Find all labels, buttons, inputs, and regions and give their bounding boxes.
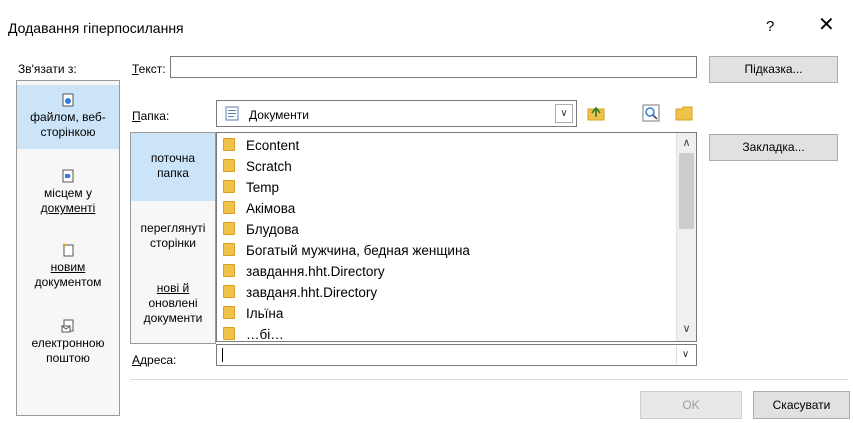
folder-icon — [223, 138, 235, 151]
chevron-down-icon[interactable]: ∨ — [555, 104, 573, 123]
link-to-sidebar: файлом, веб- сторінкою місцем у документ… — [16, 80, 120, 416]
folder-icon — [223, 159, 235, 172]
scroll-thumb[interactable] — [679, 153, 694, 229]
divider — [130, 379, 848, 380]
nav-browsed-pages-label: переглянуті — [140, 221, 206, 235]
file-name: Богатый мужчина, бедная женщина — [246, 243, 470, 258]
browse-nav: поточна папка переглянуті сторінки нові … — [130, 132, 216, 344]
nav-recent-files-label-3: документи — [143, 311, 203, 325]
text-field[interactable] — [170, 56, 697, 78]
scroll-up-icon[interactable]: ∧ — [677, 135, 696, 151]
browse-file-icon[interactable] — [674, 103, 694, 123]
folder-icon — [223, 243, 235, 256]
folder-icon — [223, 306, 235, 319]
file-name: Scratch — [246, 159, 292, 174]
folder-value: Документи — [249, 108, 309, 122]
folder-icon — [223, 222, 235, 235]
tooltip-button[interactable]: Підказка... — [709, 56, 838, 83]
link-to-label-3b: документом — [34, 275, 102, 289]
link-to-label: Зв'язати з: — [18, 62, 77, 76]
nav-recent-files[interactable]: нові й оновлені документи — [131, 281, 215, 335]
bookmark-place-icon — [62, 169, 74, 183]
link-to-file-web[interactable]: файлом, веб- сторінкою — [17, 85, 119, 149]
file-name: Акімова — [246, 201, 296, 216]
link-to-label-2: місцем у — [44, 186, 92, 200]
link-to-email[interactable]: електронною поштою — [17, 319, 119, 375]
nav-recent-files-label-2: оновлені — [148, 296, 198, 310]
file-list-scrollbar[interactable]: ∧ ∨ — [676, 133, 696, 341]
link-to-label-2b: документі — [40, 201, 96, 215]
link-to-label-4b: поштою — [46, 351, 90, 365]
folder-label: Папка: — [132, 109, 170, 123]
file-name: Temp — [246, 180, 280, 195]
scroll-down-icon[interactable]: ∨ — [677, 321, 696, 337]
folder-icon — [223, 264, 235, 277]
ok-button[interactable]: OK — [640, 391, 742, 419]
nav-current-folder-label-2: папка — [157, 166, 189, 180]
file-name: завданя.hht.Directory — [246, 285, 378, 300]
nav-current-folder-label: поточна — [150, 151, 196, 165]
email-icon — [61, 319, 74, 333]
link-to-label-4: електронною — [31, 336, 105, 350]
file-name: Блудова — [246, 222, 299, 237]
address-dropdown-icon[interactable]: ∨ — [676, 346, 694, 364]
dialog-title: Додавання гіперпосилання — [8, 20, 184, 36]
file-name: Ільїна — [246, 306, 284, 321]
address-label: Адреса: — [132, 353, 177, 367]
cancel-button[interactable]: Скасувати — [753, 391, 850, 419]
link-to-label-1: файлом, веб- — [30, 110, 106, 124]
folder-icon — [223, 201, 235, 214]
file-web-icon — [62, 93, 74, 107]
link-to-new-document[interactable]: новим документом — [17, 243, 119, 299]
bookmark-button[interactable]: Закладка... — [709, 134, 838, 161]
text-caret — [222, 348, 223, 362]
new-document-icon — [62, 243, 74, 257]
browse-web-icon[interactable] — [641, 103, 661, 123]
text-label: Текст: — [132, 62, 166, 76]
link-to-label-1b: сторінкою — [40, 125, 96, 139]
help-button[interactable]: ? — [766, 18, 774, 35]
folder-icon — [223, 180, 235, 193]
nav-current-folder[interactable]: поточна папка — [131, 133, 215, 201]
address-field[interactable]: ∨ — [216, 344, 697, 366]
folder-dropdown[interactable]: Документи ∨ — [216, 100, 577, 127]
file-name: …бі… — [246, 327, 284, 342]
file-list[interactable]: Econtent Scratch Temp Акімова Блудова Бо… — [216, 132, 697, 342]
documents-folder-icon — [225, 106, 239, 121]
file-name: Econtent — [246, 138, 300, 153]
nav-browsed-pages-label-2: сторінки — [150, 236, 196, 250]
link-to-place[interactable]: місцем у документі — [17, 169, 119, 225]
folder-icon — [223, 327, 235, 340]
file-name: завдання.hht.Directory — [246, 264, 385, 279]
nav-recent-files-label: нові й — [156, 281, 190, 295]
nav-browsed-pages[interactable]: переглянуті сторінки — [131, 221, 215, 261]
folder-up-icon[interactable] — [586, 103, 606, 123]
folder-icon — [223, 285, 235, 298]
close-button[interactable]: ✕ — [818, 12, 835, 37]
link-to-label-3: новим — [50, 260, 86, 274]
